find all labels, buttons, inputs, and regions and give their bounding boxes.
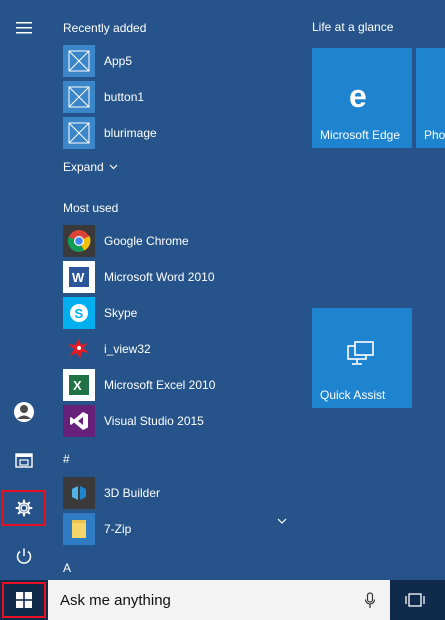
section-letter-hash[interactable]: # bbox=[63, 452, 70, 466]
power-icon bbox=[16, 548, 32, 564]
app-label: Microsoft Excel 2010 bbox=[104, 378, 216, 392]
start-button[interactable] bbox=[0, 580, 48, 620]
microphone-icon[interactable] bbox=[364, 592, 376, 609]
task-view-icon[interactable] bbox=[405, 592, 425, 608]
app-item-3d-builder[interactable]: 3D Builder bbox=[63, 475, 303, 511]
placeholder-app-icon bbox=[63, 81, 95, 113]
recently-added-header: Recently added bbox=[63, 21, 147, 35]
app-label: button1 bbox=[104, 90, 145, 104]
search-placeholder: Ask me anything bbox=[60, 591, 171, 609]
irfanview-icon bbox=[63, 333, 95, 365]
app-label: i_view32 bbox=[104, 342, 151, 356]
placeholder-app-icon bbox=[63, 45, 95, 77]
placeholder-app-icon bbox=[63, 117, 95, 149]
app-label: Skype bbox=[104, 306, 138, 320]
folder-icon bbox=[63, 513, 95, 545]
tile-label: Quick Assist bbox=[320, 388, 386, 402]
app-item-microsoft-word-2010[interactable]: W Microsoft Word 2010 bbox=[63, 259, 303, 295]
tile-quick-assist[interactable]: Quick Assist bbox=[312, 308, 412, 408]
chevron-down-icon[interactable] bbox=[277, 518, 287, 524]
svg-text:W: W bbox=[72, 270, 85, 285]
app-item-visual-studio-2015[interactable]: Visual Studio 2015 bbox=[63, 403, 303, 439]
hamburger-icon bbox=[16, 22, 32, 34]
app-item-skype[interactable]: S Skype bbox=[63, 295, 303, 331]
avatar-icon bbox=[14, 402, 34, 422]
power-button[interactable] bbox=[0, 536, 48, 576]
gear-icon bbox=[15, 499, 33, 517]
app-item-button1[interactable]: button1 bbox=[63, 79, 303, 115]
app-label: 7-Zip bbox=[104, 522, 132, 536]
chevron-down-icon bbox=[109, 164, 118, 170]
app-item-7-zip[interactable]: 7-Zip bbox=[63, 511, 303, 547]
app-label: blurimage bbox=[104, 126, 157, 140]
cortana-search-box[interactable]: Ask me anything bbox=[48, 580, 390, 620]
windows-logo-icon bbox=[16, 592, 32, 608]
app-item-app5[interactable]: App5 bbox=[63, 43, 303, 79]
edge-icon: e bbox=[349, 81, 367, 111]
tile-label: Microsoft Edge bbox=[320, 128, 401, 142]
app-label: Visual Studio 2015 bbox=[104, 414, 204, 428]
file-explorer-button[interactable] bbox=[0, 440, 48, 480]
svg-text:X: X bbox=[73, 378, 82, 393]
file-explorer-icon bbox=[15, 453, 33, 468]
expand-button[interactable]: Expand bbox=[63, 160, 118, 174]
svg-text:e: e bbox=[349, 81, 367, 111]
chrome-icon bbox=[63, 225, 95, 257]
app-item-microsoft-excel-2010[interactable]: X Microsoft Excel 2010 bbox=[63, 367, 303, 403]
tile-photos[interactable]: Photos bbox=[416, 48, 445, 148]
settings-button[interactable] bbox=[0, 488, 48, 528]
hamburger-menu-button[interactable] bbox=[0, 8, 48, 48]
3d-builder-icon bbox=[63, 477, 95, 509]
svg-text:S: S bbox=[75, 306, 84, 321]
app-label: App5 bbox=[104, 54, 133, 68]
skype-icon: S bbox=[63, 297, 95, 329]
tiles-group-header: Life at a glance bbox=[312, 20, 394, 34]
app-item-i-view32[interactable]: i_view32 bbox=[63, 331, 303, 367]
word-icon: W bbox=[63, 261, 95, 293]
start-rail bbox=[0, 0, 48, 580]
expand-label: Expand bbox=[63, 160, 104, 174]
user-account-button[interactable] bbox=[0, 392, 48, 432]
app-label: Google Chrome bbox=[104, 234, 189, 248]
visual-studio-icon bbox=[63, 405, 95, 437]
quick-assist-icon bbox=[347, 341, 374, 365]
app-item-blurimage[interactable]: blurimage bbox=[63, 115, 303, 151]
section-letter-a[interactable]: A bbox=[63, 561, 71, 575]
tile-microsoft-edge[interactable]: e Microsoft Edge bbox=[312, 48, 412, 148]
app-label: Microsoft Word 2010 bbox=[104, 270, 215, 284]
app-label: 3D Builder bbox=[104, 486, 161, 500]
app-item-google-chrome[interactable]: Google Chrome bbox=[63, 223, 303, 259]
most-used-header: Most used bbox=[63, 201, 119, 215]
taskbar: Ask me anything bbox=[0, 580, 445, 620]
tile-label: Photos bbox=[424, 128, 445, 142]
excel-icon: X bbox=[63, 369, 95, 401]
